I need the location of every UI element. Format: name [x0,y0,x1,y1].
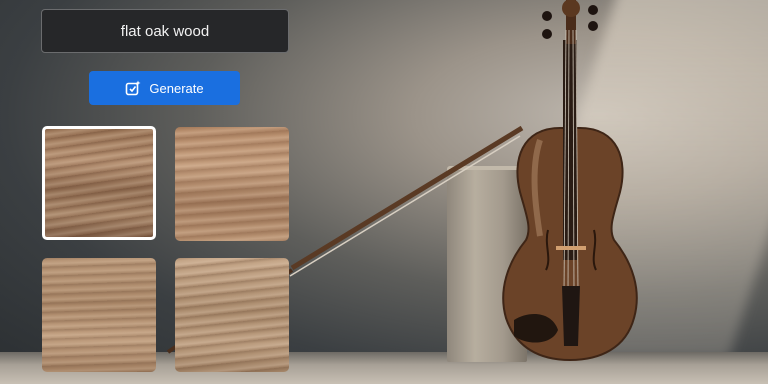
wood-texture-1[interactable] [42,126,156,240]
prompt-text: flat oak wood [120,22,210,40]
peg-left-2 [542,29,552,39]
generate-button[interactable]: Generate [89,71,240,105]
violin-tailpiece [562,286,580,346]
peg-right-2 [588,21,598,31]
generate-icon [126,80,141,96]
violin-scroll [562,0,580,17]
peg-right-1 [588,5,598,15]
wood-texture-2[interactable] [175,127,289,241]
wood-texture-4[interactable] [175,258,289,372]
peg-left-1 [542,11,552,21]
bow-stick [290,125,524,271]
canvas-scene: flat oak wood Generate [0,0,768,384]
prompt-input[interactable]: flat oak wood [41,9,289,53]
violin-bridge [556,246,586,250]
bow-hair [289,135,521,277]
generate-label: Generate [149,80,204,96]
wood-texture-3[interactable] [42,258,156,372]
